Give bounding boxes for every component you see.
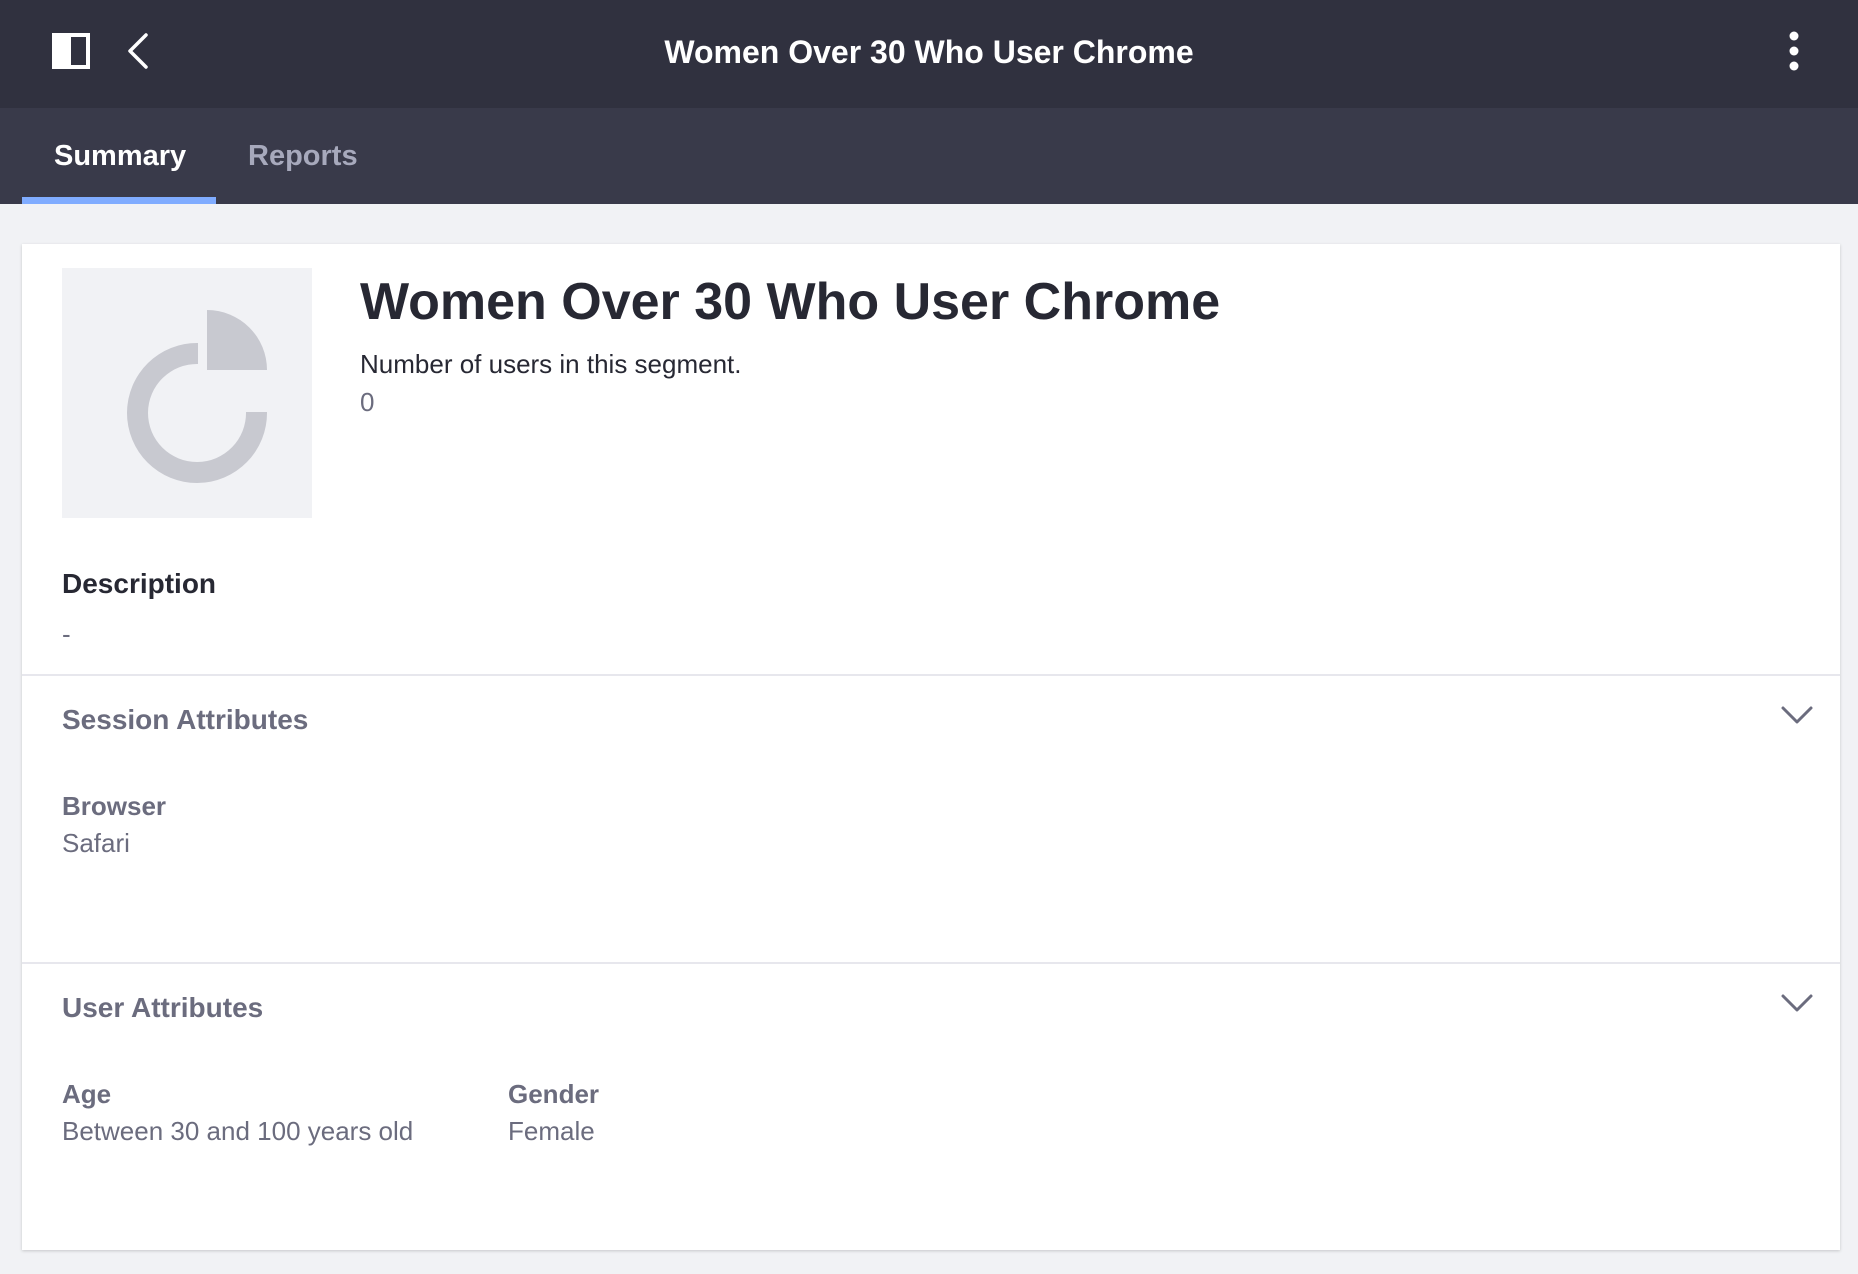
attribute-label: Age (62, 1079, 112, 1109)
user-count-label: Number of users in this segment. (360, 349, 742, 379)
more-options-button[interactable] (1776, 30, 1812, 72)
attribute-value: Female (508, 1116, 595, 1146)
top-navigation-bar: Women Over 30 Who User Chrome (0, 0, 1858, 108)
chevron-down-icon (1781, 994, 1813, 1012)
chevron-left-icon (128, 33, 148, 69)
attribute-browser: Browser Safari (62, 788, 166, 862)
segment-title: Women Over 30 Who User Chrome (360, 273, 1221, 331)
description-value: - (62, 619, 71, 649)
segment-image (62, 268, 312, 518)
user-attributes-toggle[interactable]: User Attributes (22, 964, 1840, 1054)
page-header-title: Women Over 30 Who User Chrome (664, 34, 1194, 70)
attribute-gender: Gender Female (508, 1076, 599, 1150)
pie-chart-icon (127, 310, 268, 483)
description-heading: Description (62, 568, 217, 599)
attribute-age: Age Between 30 and 100 years old (62, 1076, 413, 1150)
session-attributes-toggle[interactable]: Session Attributes (22, 676, 1840, 766)
user-attributes-title: User Attributes (62, 992, 264, 1023)
tab-reports[interactable]: Reports (216, 108, 390, 204)
attribute-value: Between 30 and 100 years old (62, 1116, 414, 1146)
kebab-menu-icon (1789, 31, 1799, 71)
sidebar-toggle-icon (52, 33, 90, 69)
tab-bar: Summary Reports (0, 108, 1858, 204)
attribute-label: Gender (508, 1079, 600, 1109)
sidebar-toggle-button[interactable] (52, 33, 90, 69)
back-button[interactable] (124, 32, 154, 70)
user-count-value: 0 (360, 387, 375, 417)
session-attributes-title: Session Attributes (62, 704, 309, 735)
tab-summary[interactable]: Summary (22, 108, 216, 204)
attribute-value: Safari (62, 828, 130, 858)
segment-summary-card: Women Over 30 Who User Chrome Number of … (22, 244, 1840, 1250)
chevron-down-icon (1781, 706, 1813, 724)
attribute-label: Browser (62, 791, 167, 821)
